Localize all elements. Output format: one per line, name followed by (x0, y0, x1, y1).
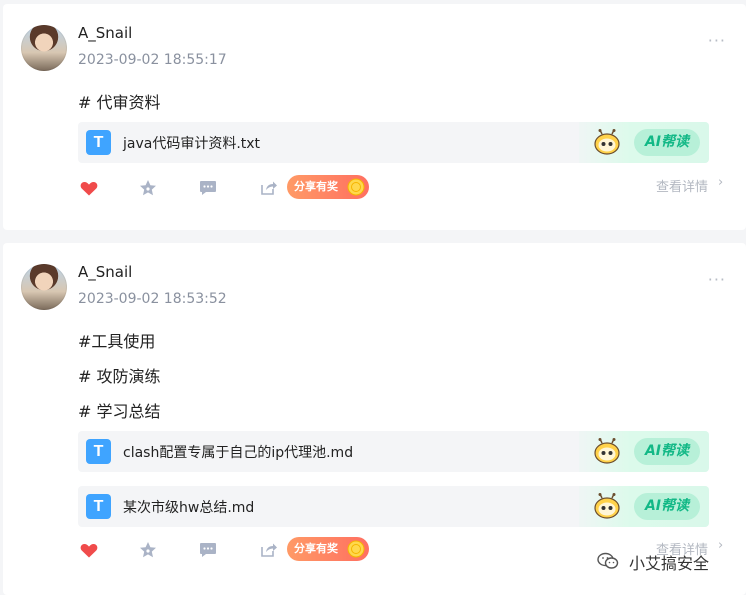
file-name[interactable]: java代码审计资料.txt (123, 133, 260, 153)
wechat-icon (597, 552, 619, 569)
post-timestamp: 2023-09-02 18:53:52 (78, 291, 227, 307)
text-file-icon: T (86, 130, 111, 155)
author-name[interactable]: A_Snail (78, 263, 132, 281)
like-heart-icon[interactable] (79, 178, 99, 198)
share-icon[interactable] (258, 178, 278, 198)
text-file-icon: T (86, 439, 111, 464)
more-options-icon[interactable]: ··· (708, 31, 726, 50)
watermark-text: 小艾搞安全 (629, 554, 710, 573)
share-reward-badge[interactable]: 分享有奖 (287, 175, 369, 199)
chevron-right-icon: › (717, 175, 724, 190)
share-reward-label: 分享有奖 (294, 542, 338, 555)
share-reward-label: 分享有奖 (294, 180, 338, 193)
file-attachment[interactable]: T clash配置专属于自己的ip代理池.md AI帮读 (78, 431, 709, 472)
ai-read-button[interactable]: AI帮读 (634, 129, 700, 156)
chevron-right-icon: › (717, 538, 724, 553)
star-favorite-icon[interactable] (138, 178, 158, 198)
hashtag[interactable]: # 代审资料 (78, 89, 161, 113)
share-icon[interactable] (258, 540, 278, 560)
file-attachment[interactable]: T java代码审计资料.txt AI帮读 (78, 122, 709, 163)
share-reward-badge[interactable]: 分享有奖 (287, 537, 369, 561)
post-timestamp: 2023-09-02 18:55:17 (78, 52, 227, 68)
ai-read-button[interactable]: AI帮读 (634, 493, 700, 520)
like-heart-icon[interactable] (79, 540, 99, 560)
post-card: A_Snail 2023-09-02 18:55:17 ··· # 代审资料 T… (3, 4, 746, 230)
ai-mascot-icon (594, 129, 620, 155)
comment-icon[interactable] (198, 178, 218, 198)
view-details-label: 查看详情 (655, 180, 708, 195)
avatar[interactable] (21, 25, 67, 71)
post-card: A_Snail 2023-09-02 18:53:52 ··· #工具使用 # … (3, 243, 746, 595)
star-favorite-icon[interactable] (138, 540, 158, 560)
ai-mascot-icon (594, 438, 620, 464)
hashtag[interactable]: #工具使用 (78, 328, 155, 352)
ai-read-zone: AI帮读 (579, 122, 709, 163)
comment-icon[interactable] (198, 540, 218, 560)
hashtag[interactable]: # 攻防演练 (78, 363, 161, 387)
file-attachment[interactable]: T 某次市级hw总结.md AI帮读 (78, 486, 709, 527)
avatar[interactable] (21, 264, 67, 310)
ai-read-zone: AI帮读 (579, 431, 709, 472)
view-details-link[interactable]: 查看详情 › (655, 175, 723, 195)
hashtag[interactable]: # 学习总结 (78, 398, 161, 422)
coin-icon (347, 540, 365, 558)
coin-icon (347, 178, 365, 196)
author-name[interactable]: A_Snail (78, 24, 132, 42)
ai-mascot-icon (594, 493, 620, 519)
text-file-icon: T (86, 494, 111, 519)
file-name[interactable]: clash配置专属于自己的ip代理池.md (123, 442, 353, 462)
ai-read-zone: AI帮读 (579, 486, 709, 527)
file-name[interactable]: 某次市级hw总结.md (123, 497, 254, 517)
more-options-icon[interactable]: ··· (708, 270, 726, 289)
ai-read-button[interactable]: AI帮读 (634, 438, 700, 465)
